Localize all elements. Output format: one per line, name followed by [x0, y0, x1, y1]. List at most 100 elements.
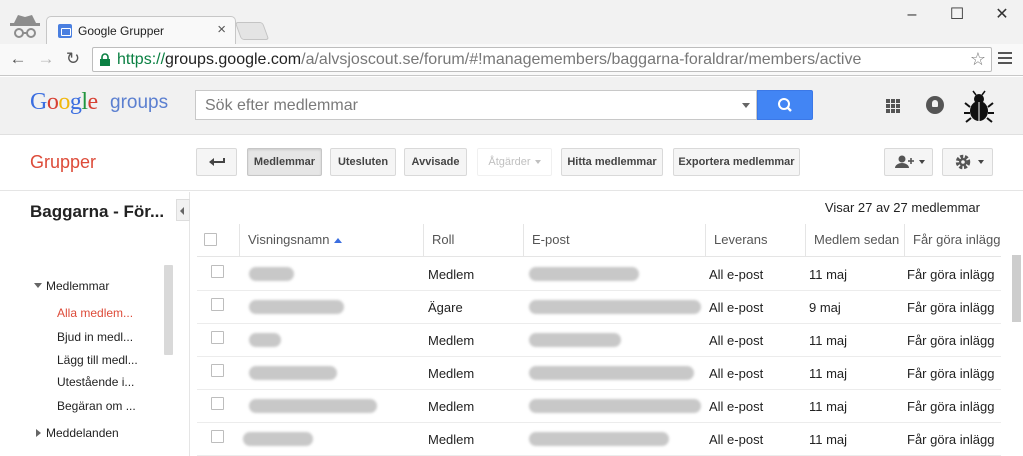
minimize-icon[interactable]: – [892, 4, 932, 26]
maximize-icon[interactable]: ☐ [937, 4, 977, 26]
search-button[interactable] [757, 90, 813, 120]
sidebar-item-all-members[interactable]: Alla medlem... [57, 306, 157, 320]
forward-icon[interactable]: → [36, 49, 56, 69]
sidebar-item-invite-members[interactable]: Bjud in medl... [57, 330, 157, 344]
row-posting: Får göra inlägg [907, 267, 995, 282]
redacted-display-name [249, 333, 281, 347]
members-button[interactable]: Medlemmar [247, 148, 322, 176]
search-placeholder: Sök efter medlemmar [205, 97, 358, 114]
select-all-checkbox[interactable] [204, 233, 217, 246]
url-scheme: https:// [117, 51, 166, 68]
row-member-since: 11 maj [809, 333, 848, 348]
url-field[interactable]: https://groups.google.com/a/alvsjoscout.… [92, 47, 992, 72]
url-path: /a/alvsjoscout.se/forum/#!managemembers/… [301, 51, 862, 68]
actions-dropdown[interactable]: Åtgärder [477, 148, 552, 176]
apps-grid-icon[interactable] [886, 99, 900, 113]
sidebar-messages-toggle[interactable]: Meddelanden [36, 426, 119, 440]
table-row[interactable]: Medlem All e-post 11 maj Får göra inlägg [197, 324, 1001, 357]
sidebar-scrollbar[interactable] [164, 265, 173, 355]
account-beetle-avatar-icon[interactable] [962, 90, 996, 124]
url-host: groups.google.com [165, 51, 302, 68]
incognito-icon [10, 15, 40, 38]
row-delivery: All e-post [709, 333, 764, 348]
members-toolbar: Grupper Medlemmar Utesluten Avvisade Åtg… [0, 136, 1023, 191]
row-checkbox[interactable] [211, 265, 224, 278]
row-delivery: All e-post [709, 366, 764, 381]
excluded-button[interactable]: Utesluten [330, 148, 396, 176]
browser-titlebar: Google Grupper × – ☐ ✕ [0, 0, 1023, 44]
section-title[interactable]: Grupper [30, 152, 96, 173]
lock-icon [100, 53, 110, 66]
sidebar-members-toggle[interactable]: Medlemmar [34, 279, 109, 293]
row-role: Medlem [428, 267, 475, 282]
column-email[interactable]: E-post [523, 224, 705, 256]
back-button[interactable] [196, 148, 237, 176]
reload-icon[interactable]: ↻ [63, 49, 83, 69]
redacted-email [529, 399, 701, 413]
sidebar-item-join-requests[interactable]: Begäran om ... [57, 399, 157, 413]
column-display-name-label: Visningsnamn [248, 232, 330, 247]
member-search-input[interactable]: Sök efter medlemmar [195, 90, 757, 120]
row-role: Medlem [428, 366, 475, 381]
row-delivery: All e-post [709, 300, 764, 315]
row-posting: Får göra inlägg [907, 300, 995, 315]
row-checkbox[interactable] [211, 397, 224, 410]
browser-tab[interactable]: Google Grupper × [46, 16, 236, 44]
redacted-email [529, 432, 669, 446]
row-checkbox[interactable] [211, 364, 224, 377]
expand-down-icon [34, 283, 42, 288]
settings-dropdown[interactable] [942, 148, 993, 176]
table-row[interactable]: Medlem All e-post 11 maj Får göra inlägg [197, 423, 1001, 456]
back-arrow-icon [209, 158, 225, 166]
groups-favicon-icon [58, 24, 72, 38]
redacted-display-name [243, 432, 313, 446]
chevron-down-icon [977, 160, 984, 165]
redacted-email [529, 366, 694, 380]
groups-header: Google groups Sök efter medlemmar [0, 77, 1023, 135]
row-role: Medlem [428, 432, 475, 447]
find-members-button[interactable]: Hitta medlemmar [561, 148, 663, 176]
row-checkbox[interactable] [211, 298, 224, 311]
table-row[interactable]: Medlem All e-post 11 maj Får göra inlägg [197, 258, 1001, 291]
search-options-chevron-icon[interactable] [742, 103, 750, 108]
sidebar-item-pending-invites[interactable]: Utestående i... [57, 375, 157, 389]
member-count: Visar 27 av 27 medlemmar [824, 200, 980, 215]
collapse-sidebar-button[interactable] [176, 199, 190, 221]
row-member-since: 11 maj [809, 267, 848, 282]
notifications-bell-icon[interactable] [926, 96, 944, 114]
search-icon [778, 98, 792, 112]
export-members-button[interactable]: Exportera medlemmar [673, 148, 800, 176]
group-name[interactable]: Baggarna - För... [30, 202, 164, 222]
sidebar-item-add-members[interactable]: Lägg till medl... [57, 353, 157, 367]
back-icon[interactable]: ← [8, 49, 28, 69]
column-member-since[interactable]: Medlem sedan [805, 224, 904, 256]
row-checkbox[interactable] [211, 331, 224, 344]
row-member-since: 9 maj [809, 300, 841, 315]
table-row[interactable]: Medlem All e-post 11 maj Får göra inlägg [197, 390, 1001, 423]
chevron-down-icon [534, 160, 541, 165]
redacted-email [529, 267, 639, 281]
column-posting[interactable]: Får göra inlägg [904, 224, 1001, 256]
bookmark-star-icon[interactable]: ☆ [970, 49, 986, 70]
page-scrollbar[interactable] [1012, 255, 1021, 322]
redacted-display-name [249, 399, 377, 413]
rejected-button[interactable]: Avvisade [404, 148, 467, 176]
chrome-menu-icon[interactable] [998, 52, 1012, 66]
table-row[interactable]: Ägare All e-post 9 maj Får göra inlägg [197, 291, 1001, 324]
tab-close-icon[interactable]: × [217, 22, 226, 37]
url-text: https://groups.google.com/a/alvsjoscout.… [117, 51, 861, 69]
row-delivery: All e-post [709, 432, 764, 447]
close-window-icon[interactable]: ✕ [982, 4, 1022, 26]
add-person-icon [894, 155, 914, 168]
row-checkbox[interactable] [211, 430, 224, 443]
row-role: Medlem [428, 399, 475, 414]
column-delivery[interactable]: Leverans [705, 224, 805, 256]
google-logo[interactable]: Google [30, 89, 98, 116]
column-role[interactable]: Roll [423, 224, 523, 256]
sort-ascending-icon [334, 238, 343, 244]
new-tab-button[interactable] [234, 22, 270, 40]
groups-logo-text[interactable]: groups [110, 92, 168, 114]
table-row[interactable]: Medlem All e-post 11 maj Får göra inlägg [197, 357, 1001, 390]
column-display-name[interactable]: Visningsnamn [239, 224, 423, 256]
add-member-dropdown[interactable] [884, 148, 933, 176]
